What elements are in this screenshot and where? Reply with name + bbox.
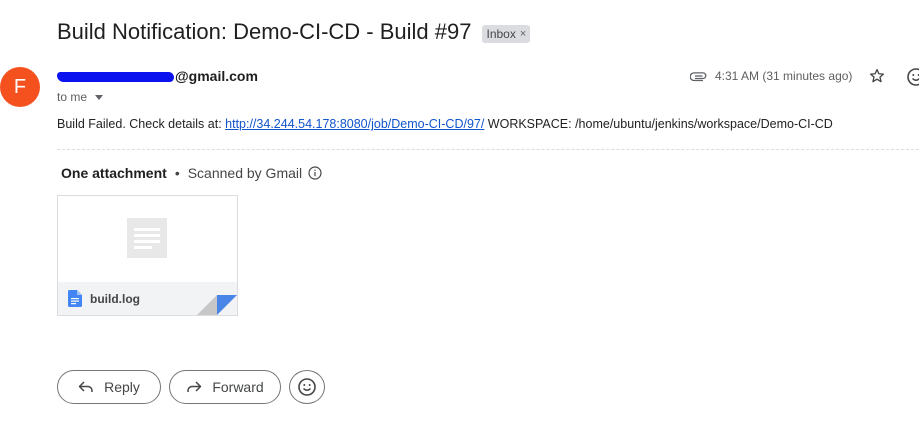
smiley-icon — [298, 378, 316, 396]
recipient-text: to me — [57, 90, 88, 104]
inbox-label-chip[interactable]: Inbox × — [481, 24, 531, 43]
divider — [57, 149, 919, 150]
redaction-mark — [57, 72, 174, 82]
reply-icon — [78, 381, 93, 392]
emoji-reaction-button[interactable] — [289, 370, 325, 404]
forward-button[interactable]: Forward — [169, 370, 281, 404]
email-subject: Build Notification: Demo-CI-CD - Build #… — [57, 19, 472, 44]
paperclip-icon — [690, 72, 707, 82]
attachment-filename: build.log — [90, 292, 140, 306]
scan-label: Scanned by Gmail — [187, 165, 303, 181]
timestamp: 4:31 AM (31 minutes ago) — [715, 69, 853, 83]
attachment-preview[interactable] — [58, 196, 237, 282]
attachments-header: One attachment • Scanned by Gmail — [61, 165, 322, 181]
body-prefix: Build Failed. Check details at: — [57, 117, 226, 131]
page-fold-icon — [197, 295, 237, 315]
inbox-label-text: Inbox — [486, 26, 516, 41]
build-details-link[interactable]: http://34.244.54.178:8080/job/Demo-CI-CD… — [225, 117, 484, 131]
reply-button[interactable]: Reply — [57, 370, 161, 404]
document-preview-icon — [127, 218, 167, 258]
forward-icon — [187, 381, 202, 392]
remove-label-icon[interactable]: × — [520, 28, 526, 40]
forward-label: Forward — [212, 379, 264, 395]
attachment-footer: build.log — [58, 282, 237, 315]
reply-label: Reply — [104, 379, 140, 395]
subject-row: Build Notification: Demo-CI-CD - Build #… — [57, 19, 531, 45]
sender-address: @gmail.com — [57, 68, 258, 84]
separator-dot: • — [174, 165, 180, 181]
recipient-details-toggle[interactable]: to me — [57, 90, 104, 104]
body-suffix: WORKSPACE: /home/ubuntu/jenkins/workspac… — [484, 117, 833, 131]
google-docs-icon — [68, 290, 82, 307]
info-icon[interactable] — [308, 166, 322, 180]
chevron-down-icon — [95, 94, 104, 100]
message-meta: 4:31 AM (31 minutes ago) — [690, 69, 852, 83]
avatar[interactable]: F — [0, 67, 40, 107]
attachment-count: One attachment — [61, 165, 167, 181]
sender-domain: @gmail.com — [175, 68, 258, 84]
attachment-card[interactable]: build.log — [57, 195, 238, 316]
add-reaction-icon[interactable] — [906, 67, 919, 92]
message-body: Build Failed. Check details at: http://3… — [57, 117, 833, 131]
star-icon[interactable] — [868, 67, 886, 90]
